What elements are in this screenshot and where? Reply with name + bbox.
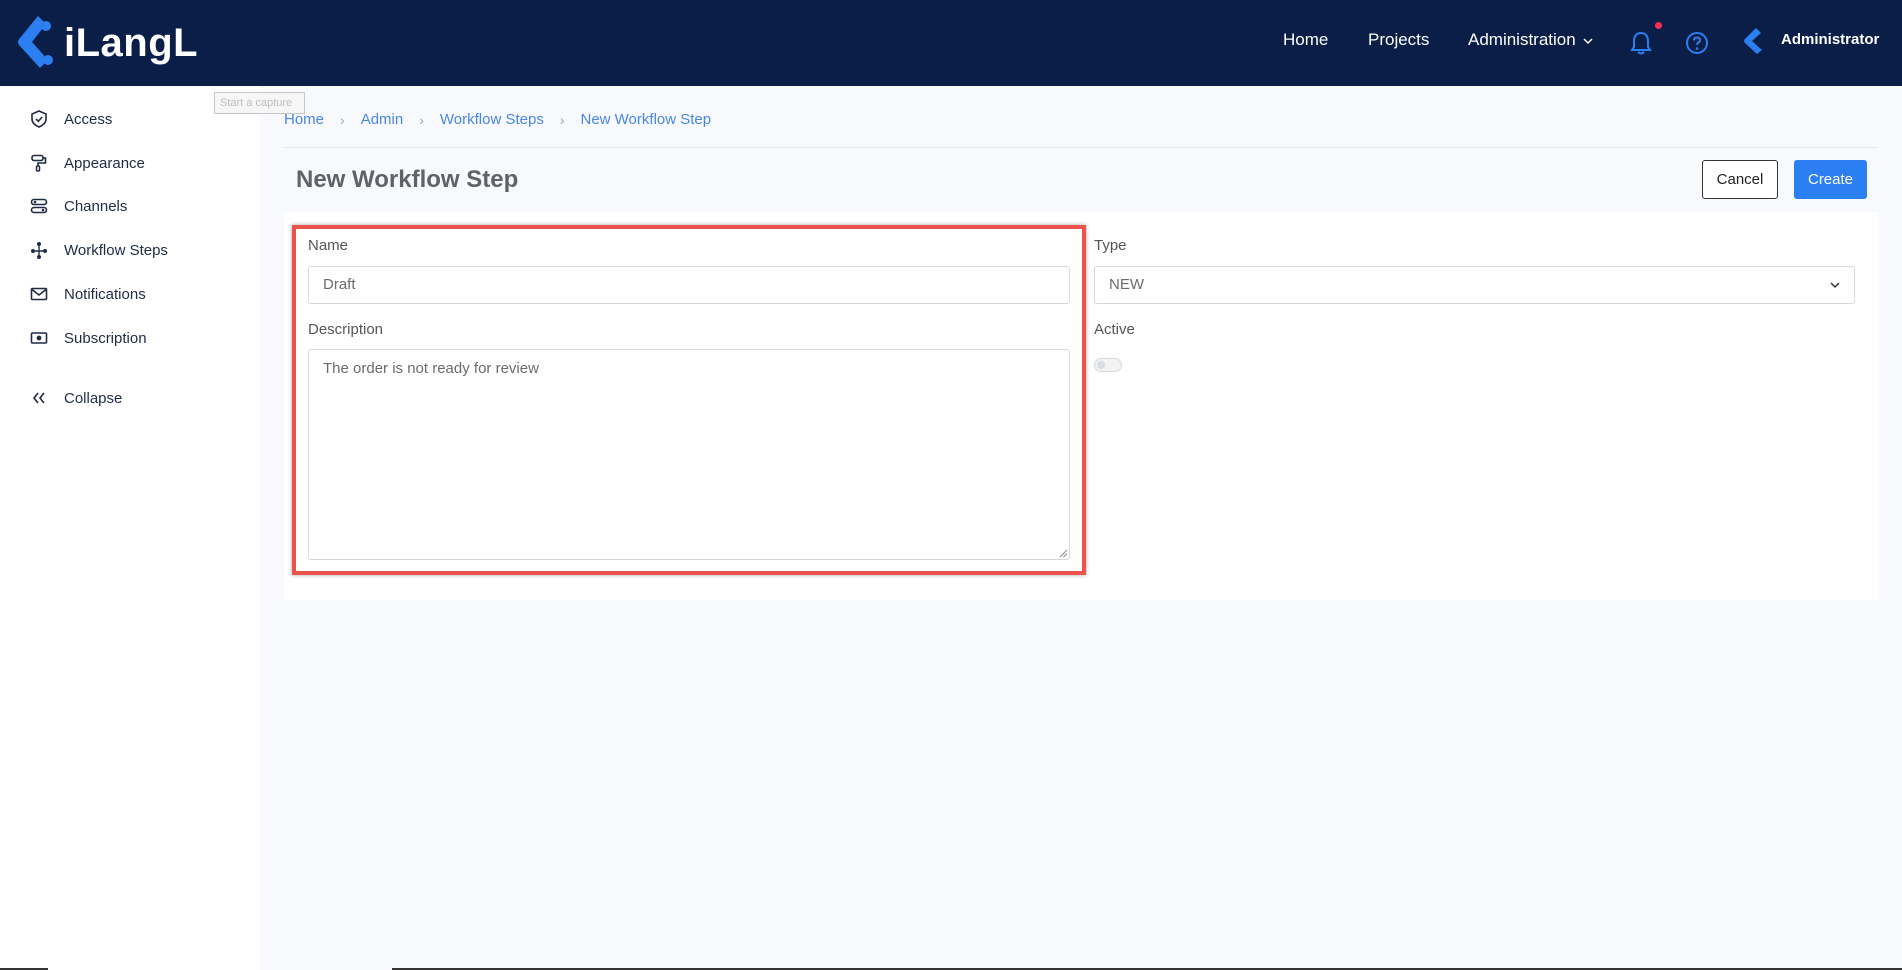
sidebar-item-channels[interactable]: Channels: [28, 191, 248, 221]
collapse-label: Collapse: [64, 389, 123, 407]
sidebar: Access Appearance Channels Workflow Step…: [0, 86, 260, 970]
brand-logo[interactable]: iLangL: [10, 12, 198, 74]
user-menu[interactable]: Administrator: [1781, 31, 1879, 48]
name-label: Name: [308, 237, 349, 254]
description-textarea[interactable]: The order is not ready for review: [308, 349, 1070, 560]
channels-icon: [28, 195, 50, 217]
chevrons-left-icon: [28, 387, 50, 409]
active-label: Active: [1094, 321, 1135, 338]
type-select[interactable]: NEW: [1094, 266, 1855, 304]
logo-icon: [18, 16, 53, 68]
sidebar-item-label: Notifications: [64, 285, 146, 303]
paint-roller-icon: [28, 152, 50, 174]
notification-badge: [1655, 22, 1662, 29]
toggle-knob: [1097, 361, 1105, 369]
nav-administration[interactable]: Administration: [1468, 30, 1576, 50]
cancel-button[interactable]: Cancel: [1702, 160, 1778, 199]
sidebar-collapse[interactable]: Collapse: [28, 383, 248, 413]
description-label: Description: [308, 321, 384, 338]
logo-text: iLangL: [64, 20, 199, 65]
sidebar-item-label: Workflow Steps: [64, 241, 168, 259]
sidebar-item-label: Access: [64, 110, 113, 128]
sidebar-item-subscription[interactable]: Subscription: [28, 323, 248, 353]
shield-check-icon: [28, 108, 50, 130]
sidebar-item-notifications[interactable]: Notifications: [28, 279, 248, 309]
breadcrumb-home[interactable]: Home: [284, 111, 324, 128]
nav-projects[interactable]: Projects: [1368, 30, 1429, 50]
chevron-down-icon: [1830, 282, 1840, 289]
sidebar-item-workflow-steps[interactable]: Workflow Steps: [28, 235, 248, 265]
sidebar-item-appearance[interactable]: Appearance: [28, 148, 248, 178]
user-avatar-icon[interactable]: [1740, 26, 1768, 56]
chevron-down-icon[interactable]: [1583, 36, 1593, 46]
name-input[interactable]: Draft: [308, 266, 1070, 304]
header-divider: [284, 147, 1878, 148]
type-label: Type: [1094, 237, 1127, 254]
breadcrumb-separator-icon: ›: [340, 111, 345, 128]
active-toggle[interactable]: [1094, 358, 1122, 372]
top-navbar: iLangL Home Projects Administration Admi…: [0, 0, 1902, 86]
help-icon[interactable]: [1685, 31, 1709, 55]
sidebar-item-label: Subscription: [64, 329, 147, 347]
bell-icon[interactable]: [1629, 30, 1653, 56]
breadcrumb: Home › Admin › Workflow Steps › New Work…: [284, 111, 711, 128]
money-icon: [28, 327, 50, 349]
nav-home[interactable]: Home: [1283, 30, 1328, 50]
workflow-icon: [28, 239, 50, 261]
resize-grip-icon[interactable]: [1058, 548, 1068, 558]
create-button[interactable]: Create: [1794, 160, 1867, 199]
breadcrumb-separator-icon: ›: [419, 111, 424, 128]
page-title: New Workflow Step: [296, 166, 519, 193]
sidebar-item-label: Appearance: [64, 154, 145, 172]
breadcrumb-current[interactable]: New Workflow Step: [581, 111, 712, 128]
envelope-icon: [28, 283, 50, 305]
breadcrumb-admin[interactable]: Admin: [361, 111, 404, 128]
breadcrumb-separator-icon: ›: [559, 111, 565, 128]
sidebar-item-label: Channels: [64, 197, 128, 215]
breadcrumb-workflow-steps[interactable]: Workflow Steps: [440, 111, 544, 128]
type-selected-value: NEW: [1109, 276, 1144, 293]
